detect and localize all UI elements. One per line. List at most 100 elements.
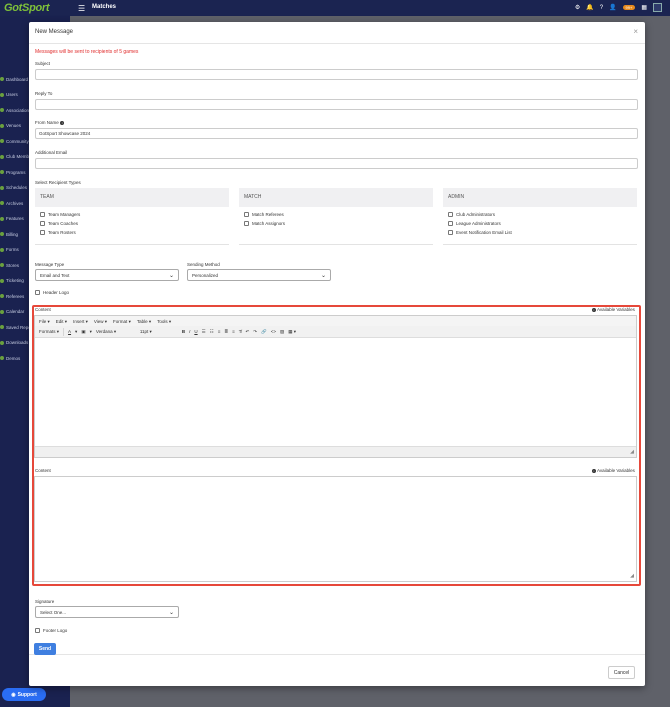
checkbox-league-administrators[interactable]: League Administrators [448,219,637,228]
info-icon[interactable]: i [60,120,65,125]
checkbox[interactable] [448,230,453,235]
link-icon[interactable]: 🔗 [261,329,267,335]
checkbox[interactable] [40,221,45,226]
bullet-list-icon[interactable]: ☰ [202,329,206,335]
align-center-icon[interactable]: ≣ [224,329,228,335]
notification-badge[interactable]: 99+ [622,5,636,10]
sending-method-select[interactable]: Personalized ⌄ [187,269,331,281]
align-left-icon[interactable]: ≡ [218,329,221,334]
header-logo-checkbox[interactable]: Header Logo [35,290,69,295]
align-right-icon[interactable]: ≡ [232,329,235,334]
sidebar-item[interactable]: Programs [0,167,26,177]
sidebar-item[interactable]: Archives [0,198,23,208]
code-icon[interactable]: <> [271,329,276,334]
checkbox[interactable] [35,290,40,295]
sidebar-item[interactable]: Demos [0,353,20,363]
background-color-icon[interactable]: ▣ [81,329,85,335]
checkbox-event-notification-list[interactable]: Event Notification Email List [448,228,637,237]
sidebar-item[interactable]: Downloads [0,338,28,348]
send-button[interactable]: Send [34,643,56,655]
menu-edit[interactable]: Edit ▾ [56,319,67,324]
checkbox-team-managers[interactable]: Team Managers [40,210,229,219]
sidebar-item[interactable]: Billing [0,229,18,239]
checkbox-team-coaches[interactable]: Team Coaches [40,219,229,228]
checkbox-match-assignors[interactable]: Match Assignors [244,219,433,228]
clear-format-icon[interactable]: T̸ [239,329,242,334]
additional-email-input[interactable] [35,158,638,169]
sidebar-item[interactable]: Stores [0,260,19,270]
checkbox-match-referees[interactable]: Match Referees [244,210,433,219]
sidebar-item[interactable]: Features [0,214,24,224]
chevron-down-icon[interactable]: ▾ [75,329,77,335]
sidebar-item[interactable]: Community [0,136,29,146]
checkbox[interactable] [244,212,249,217]
sidebar-item[interactable]: Venues [0,121,21,131]
user-icon[interactable]: 👤 [609,4,616,11]
subject-input[interactable] [35,69,638,80]
undo-icon[interactable]: ↶ [246,329,250,335]
message-type-select[interactable]: Email and Text ⌄ [35,269,179,281]
underline-icon[interactable]: U [194,329,197,334]
sidebar-item-icon [0,108,4,112]
available-variables-link-2[interactable]: i Available Variables [592,468,635,473]
menu-file[interactable]: File ▾ [39,319,50,324]
table-icon[interactable]: ▦ ▾ [288,329,296,335]
sidebar-item[interactable]: Dashboard [0,74,28,84]
sidebar-item[interactable]: Referees [0,291,24,301]
settings-icon[interactable]: ⚙ [575,4,580,11]
cancel-button[interactable]: Cancel [608,666,635,679]
help-icon[interactable]: ? [600,5,603,11]
sidebar-item[interactable]: Users [0,90,18,100]
checkbox[interactable] [244,221,249,226]
checkbox-team-rosters[interactable]: Team Rosters [40,228,229,237]
info-icon: i [592,307,596,312]
chevron-down-icon[interactable]: ▾ [90,329,92,335]
font-size-dropdown[interactable]: 11pt ▾ [140,329,178,335]
signature-select[interactable]: Select One... ⌄ [35,606,179,618]
image-icon[interactable]: ▨ [280,329,284,335]
grid-icon[interactable]: ▦ [641,4,647,11]
numbered-list-icon[interactable]: ☷ [210,329,214,335]
redo-icon[interactable]: ↷ [253,329,257,335]
checkbox[interactable] [40,212,45,217]
formats-dropdown[interactable]: Formats ▾ [39,329,59,335]
rich-text-editor[interactable]: File ▾ Edit ▾ Insert ▾ View ▾ Format ▾ T… [34,315,637,458]
bold-icon[interactable]: B [182,329,185,334]
checkbox[interactable] [448,212,453,217]
resize-handle-icon[interactable]: ◢ [630,449,634,455]
menu-tools[interactable]: Tools ▾ [157,319,171,324]
content-2-label: Content [35,468,51,473]
sidebar-item[interactable]: Forms [0,245,19,255]
text-content-textarea[interactable]: ◢ [34,476,637,582]
checkbox[interactable] [40,230,45,235]
gotsport-logo[interactable]: GotSport [4,2,50,14]
menu-insert[interactable]: Insert ▾ [73,319,88,324]
sidebar-item[interactable]: Associations [0,105,31,115]
support-button[interactable]: ◉ Support [2,688,46,701]
menu-format[interactable]: Format ▾ [113,319,131,324]
footer-logo-checkbox[interactable]: Footer Logo [35,628,67,633]
font-family-dropdown[interactable]: Verdana ▾ [96,329,136,335]
sidebar-item[interactable]: Ticketing [0,276,24,286]
modal-header: New Message × [29,22,645,44]
reply-to-input[interactable] [35,99,638,110]
avatar[interactable] [653,3,662,12]
available-variables-link[interactable]: i Available Variables [592,307,635,312]
menu-view[interactable]: View ▾ [94,319,107,324]
checkbox[interactable] [35,628,40,633]
bell-icon[interactable]: 🔔 [586,4,593,11]
checkbox[interactable] [448,221,453,226]
editor-statusbar: ◢ [35,446,636,457]
resize-handle-icon[interactable]: ◢ [630,573,634,579]
sidebar-item[interactable]: Calendar [0,307,24,317]
checkbox-club-administrators[interactable]: Club Administrators [448,210,637,219]
menu-table[interactable]: Table ▾ [137,319,151,324]
editor-menubar: File ▾ Edit ▾ Insert ▾ View ▾ Format ▾ T… [35,316,636,326]
close-icon[interactable]: × [633,27,638,36]
recipient-group-team: TEAM Team Managers Team Coaches Team Ros… [35,188,229,245]
hamburger-menu-icon[interactable]: ☰ [78,4,85,13]
text-color-icon[interactable]: A [68,329,71,334]
sidebar-item[interactable]: Schedules [0,183,27,193]
from-name-input[interactable]: GotSport Showcase 2024 [35,128,638,139]
italic-icon[interactable]: I [189,329,190,334]
